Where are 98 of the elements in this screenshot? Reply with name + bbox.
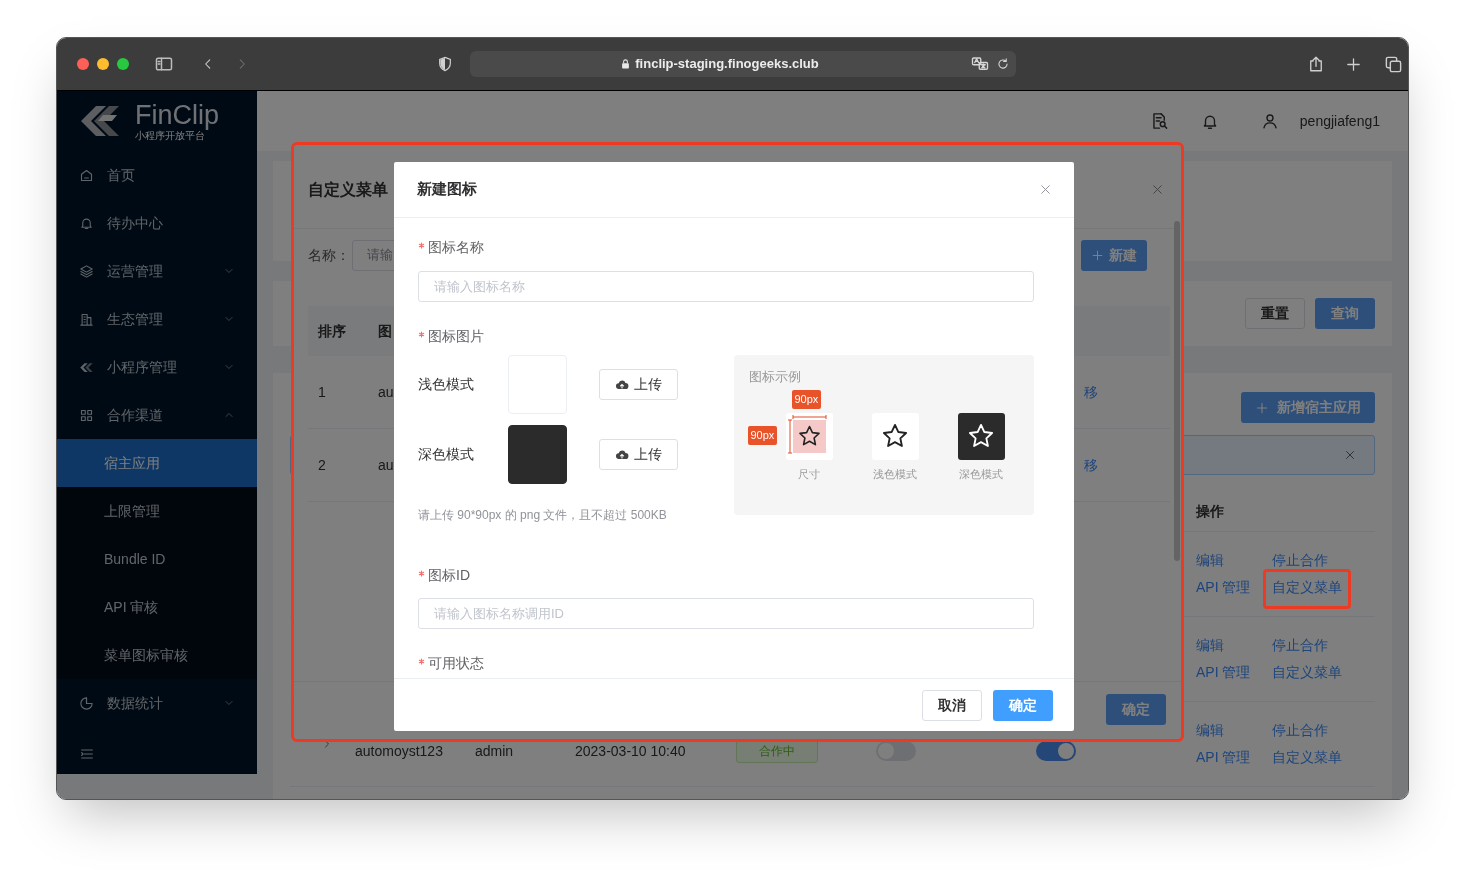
icon-name-field[interactable]: 请输入图标名称 <box>418 271 1034 302</box>
filter-label: 名称： <box>308 245 350 265</box>
confirm-button[interactable]: 确定 <box>1106 693 1166 725</box>
upload-button[interactable]: 上传 <box>599 439 678 470</box>
address-bar[interactable]: finclip-staging.finogeeks.club <box>470 51 1016 77</box>
field-label: 图标名称 <box>428 237 484 257</box>
action-link[interactable]: 移 <box>1084 454 1098 476</box>
panel-title: 图标示例 <box>749 368 802 386</box>
close-icon[interactable] <box>1151 183 1164 196</box>
confirm-button[interactable]: 确定 <box>993 689 1053 721</box>
action-link[interactable]: 编辑 <box>1196 720 1251 741</box>
sidebar-item[interactable]: 运营管理 <box>57 247 257 295</box>
sidebar-subitem[interactable]: 菜单图标审核 <box>57 631 257 679</box>
table-cell-text: 2 <box>318 455 327 475</box>
sample-caption: 浅色模式 <box>873 466 917 482</box>
action-link[interactable]: 自定义菜单 <box>1272 662 1343 683</box>
close-window-button[interactable] <box>77 58 89 70</box>
column-header: 排序 <box>318 321 347 341</box>
size-diagram-drawing <box>785 412 833 460</box>
action-link[interactable]: 编辑 <box>1196 635 1251 656</box>
table-cell-text: automoyst123 <box>355 741 444 761</box>
reset-button[interactable]: 重置 <box>1245 298 1305 329</box>
plus-icon <box>1091 248 1104 262</box>
table-cell-text: au <box>378 382 394 402</box>
add-host-app-button[interactable]: 新增宿主应用 <box>1241 392 1375 423</box>
scrollbar[interactable] <box>1174 221 1180 561</box>
lock-icon <box>621 58 631 70</box>
upload-button[interactable]: 上传 <box>599 369 678 400</box>
upload-hint: 请上传 90*90px 的 png 文件，且不超过 500KB <box>418 507 668 524</box>
grid-icon <box>79 407 94 423</box>
new-tab-icon[interactable] <box>1345 55 1362 73</box>
sidebar-item[interactable]: 合作渠道 <box>57 391 257 439</box>
pie-chart-icon <box>79 695 94 711</box>
sidebar-subitem[interactable]: 上限管理 <box>57 487 257 535</box>
dialog-title: 自定义菜单 <box>308 179 388 200</box>
sidebar-item[interactable]: 首页 <box>57 151 257 199</box>
new-button[interactable]: 新建 <box>1081 239 1147 271</box>
action-link[interactable]: 移 <box>1084 381 1098 403</box>
toggle-switch[interactable] <box>876 741 916 761</box>
user-icon[interactable] <box>1260 112 1279 130</box>
action-link[interactable]: 自定义菜单 <box>1272 747 1343 768</box>
plus-icon <box>1255 400 1269 415</box>
table-cell-text: 2023-03-10 10:40 <box>575 741 687 761</box>
logo-tagline: 小程序开放平台 <box>135 130 205 141</box>
sidebar-item[interactable]: 数据统计 <box>57 679 257 727</box>
close-icon[interactable] <box>1039 183 1052 196</box>
building-icon <box>79 311 94 327</box>
cancel-button[interactable]: 取消 <box>922 689 982 721</box>
username[interactable]: pengjiafeng1 <box>1299 110 1380 132</box>
layers-icon <box>79 263 94 279</box>
sample-caption: 尺寸 <box>798 466 820 482</box>
sidebar-item[interactable]: 生态管理 <box>57 295 257 343</box>
action-link[interactable]: 停止合作 <box>1272 635 1343 656</box>
action-link[interactable]: 自定义菜单 <box>1272 577 1343 598</box>
star-icon <box>881 422 909 450</box>
share-icon[interactable] <box>1307 54 1325 74</box>
column-header: 操作 <box>1196 502 1224 521</box>
sidebar-item[interactable]: 小程序管理 <box>57 343 257 391</box>
reload-icon[interactable] <box>996 57 1010 71</box>
table-cell-text: admin <box>475 741 515 761</box>
table-cell-text: au <box>378 455 394 475</box>
url-text: finclip-staging.finogeeks.club <box>635 55 819 74</box>
sidebar-toggle-icon[interactable] <box>154 54 174 74</box>
bell-icon <box>79 215 94 231</box>
table-cell-text: 1 <box>318 382 327 402</box>
action-link[interactable]: 停止合作 <box>1272 550 1343 571</box>
translate-icon[interactable] <box>970 55 990 73</box>
minimize-window-button[interactable] <box>97 58 109 70</box>
star-icon <box>967 422 995 450</box>
tabs-overview-icon[interactable] <box>1384 54 1403 74</box>
sample-caption: 深色模式 <box>959 466 1003 482</box>
zoom-window-button[interactable] <box>117 58 129 70</box>
column-header: 图 <box>378 321 392 341</box>
sidebar-item[interactable]: 待办中心 <box>57 199 257 247</box>
field-label: 图标图片 <box>428 326 484 346</box>
dark-icon-preview <box>508 425 567 484</box>
action-link[interactable]: API 管理 <box>1196 662 1251 683</box>
query-button[interactable]: 查询 <box>1315 298 1375 329</box>
toggle-switch[interactable] <box>1036 741 1076 761</box>
close-icon[interactable] <box>1344 449 1356 461</box>
field-label: 可用状态 <box>428 653 484 673</box>
mode-label: 浅色模式 <box>418 375 475 394</box>
sidebar-subitem[interactable]: 宿主应用 <box>57 439 257 487</box>
shield-icon[interactable] <box>437 55 453 73</box>
dimension-label: 90px <box>747 425 778 445</box>
dialog-title: 新建图标 <box>417 179 477 200</box>
mode-label: 深色模式 <box>418 445 475 464</box>
home-icon <box>79 167 94 183</box>
action-link[interactable]: API 管理 <box>1196 747 1251 768</box>
icon-id-field[interactable]: 请输入图标名称调用ID <box>418 598 1034 629</box>
sidebar-subitem[interactable]: API 审核 <box>57 583 257 631</box>
logo-name: FinClip <box>135 101 220 129</box>
dimension-label: 90px <box>791 389 822 409</box>
field-label: 图标ID <box>428 565 470 585</box>
action-link[interactable]: API 管理 <box>1196 577 1251 598</box>
action-link[interactable]: 编辑 <box>1196 550 1251 571</box>
sidebar-subitem[interactable]: Bundle ID <box>57 535 257 583</box>
action-link[interactable]: 停止合作 <box>1272 720 1343 741</box>
